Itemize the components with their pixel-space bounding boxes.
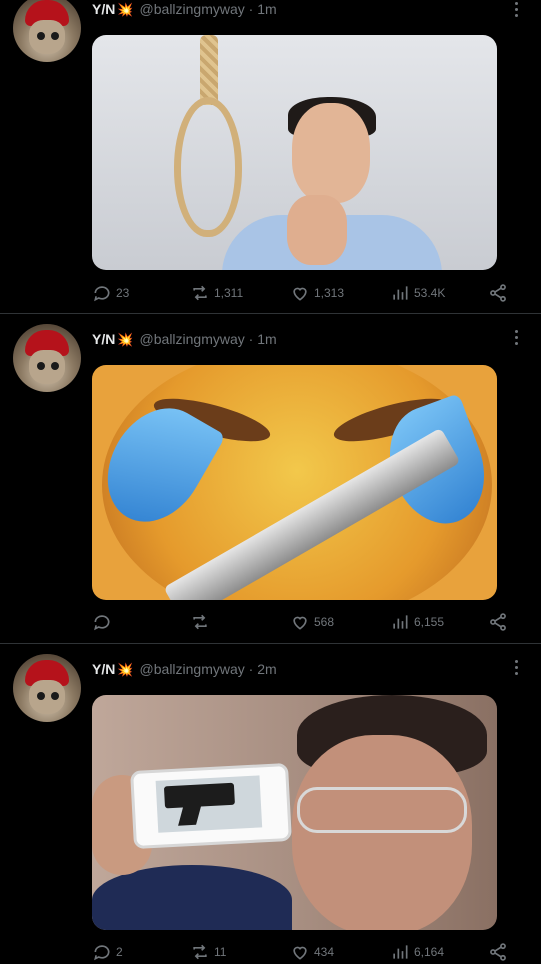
reply-button[interactable] [92,610,116,634]
tweet-actions: 23 1,311 1,313 53.4K [92,281,512,305]
view-count: 53.4K [414,286,446,300]
retweet-button[interactable]: 1,311 [190,281,243,305]
collision-emoji: 💥 [117,662,134,677]
tweet-actions: 568 6,155 [92,610,512,634]
retweet-icon [193,285,207,301]
reply-button[interactable]: 2 [92,940,123,964]
views-button[interactable]: 6,164 [390,940,444,964]
heart-icon [293,946,307,960]
share-button[interactable] [488,610,508,634]
tweet-media-image[interactable] [92,695,497,930]
reply-icon [94,615,110,631]
tweet-actions: 2 11 434 6,164 [92,940,512,964]
tweet-1[interactable]: Y/N 💥 @ballzingmyway · 1m 23 1,311 1,313 5… [0,0,541,312]
heart-icon [293,287,307,301]
retweet-count: 11 [214,945,227,959]
views-icon [393,945,408,959]
collision-emoji: 💥 [117,2,134,17]
avatar[interactable] [13,324,81,392]
views-icon [393,615,408,629]
tweet-media-image[interactable] [92,35,497,270]
like-count: 434 [314,945,335,959]
handle-time[interactable]: @ballzingmyway · 2m [140,661,277,677]
like-count: 568 [314,615,335,629]
retweet-button[interactable]: 11 [190,940,226,964]
share-icon [490,943,506,961]
like-button[interactable]: 1,313 [290,281,344,305]
display-name[interactable]: Y/N [92,1,115,17]
like-button[interactable]: 434 [290,940,334,964]
views-button[interactable]: 53.4K [390,281,445,305]
retweet-button[interactable] [190,610,214,634]
retweet-icon [193,614,207,630]
collision-emoji: 💥 [117,332,134,347]
handle-time[interactable]: @ballzingmyway · 1m [140,1,277,17]
reply-icon [94,945,110,961]
tweet-header: Y/N 💥 @ballzingmyway · 2m [92,661,277,678]
tweet-2[interactable]: Y/N 💥 @ballzingmyway · 1m 568 6,155 [0,314,541,644]
views-icon [393,286,408,300]
view-count: 6,164 [414,945,445,959]
like-count: 1,313 [314,286,345,300]
display-name[interactable]: Y/N [92,661,115,677]
reply-count: 23 [116,286,130,300]
share-icon [490,613,506,631]
tweet-header: Y/N 💥 @ballzingmyway · 1m [92,1,277,18]
avatar[interactable] [13,654,81,722]
more-icon[interactable] [515,330,519,348]
tweet-media-image[interactable] [92,365,497,600]
reply-icon [94,286,110,302]
more-icon[interactable] [515,2,519,20]
reply-button[interactable]: 23 [92,281,129,305]
tweet-3[interactable]: Y/N 💥 @ballzingmyway · 2m 2 11 434 6,164 [0,644,541,961]
handle-time[interactable]: @ballzingmyway · 1m [140,331,277,347]
share-button[interactable] [488,281,508,305]
tweet-header: Y/N 💥 @ballzingmyway · 1m [92,331,277,348]
retweet-count: 1,311 [214,286,244,300]
view-count: 6,155 [414,615,445,629]
share-icon [490,284,506,302]
more-icon[interactable] [515,660,519,678]
avatar[interactable] [13,0,81,62]
retweet-icon [193,944,207,960]
like-button[interactable]: 568 [290,610,334,634]
display-name[interactable]: Y/N [92,331,115,347]
views-button[interactable]: 6,155 [390,610,444,634]
heart-icon [293,616,307,630]
share-button[interactable] [488,940,508,964]
reply-count: 2 [116,945,123,959]
